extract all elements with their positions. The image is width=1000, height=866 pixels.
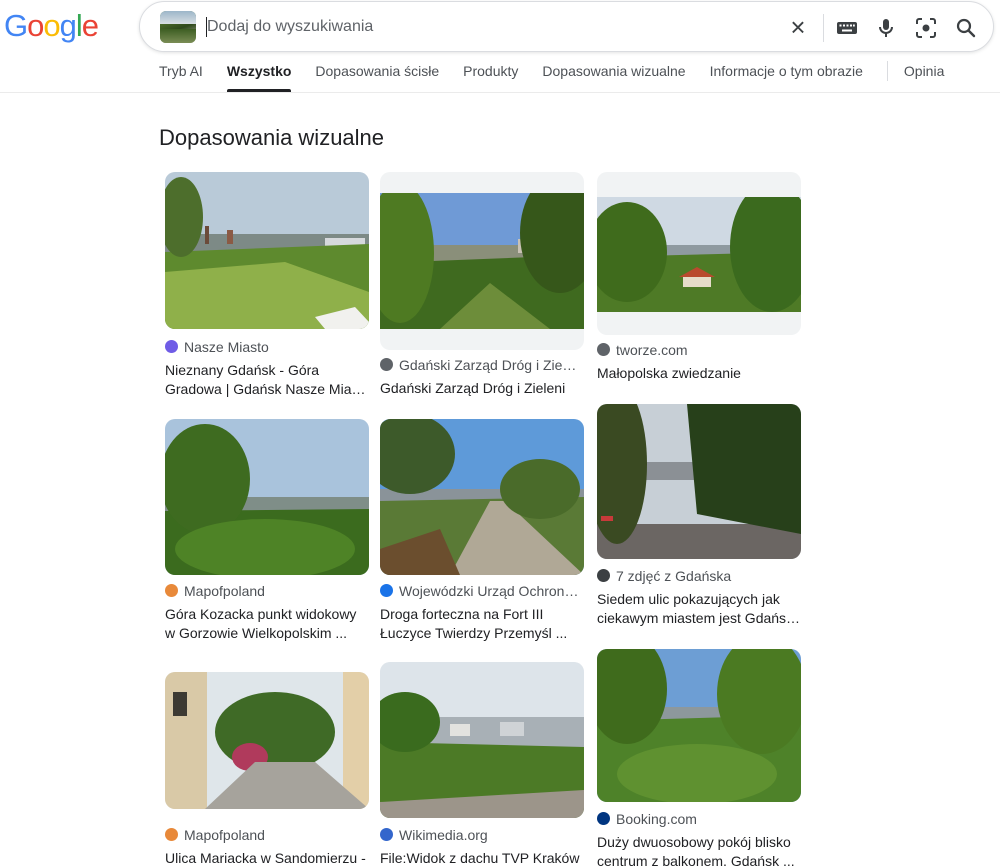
source-label: Wikimedia.org <box>399 827 488 843</box>
microphone-icon[interactable] <box>874 16 898 40</box>
title-line: File:Widok z dachu TVP Kraków <box>380 850 580 866</box>
result-image[interactable] <box>380 419 584 575</box>
mapofpoland-icon <box>165 828 178 841</box>
landscape-photo <box>597 649 801 802</box>
google-logo[interactable]: Google <box>4 8 99 44</box>
result-title[interactable]: Ulica Mariacka w Sandomierzu - <box>165 849 369 866</box>
landscape-photo <box>380 193 584 329</box>
result-source[interactable]: 7 zdjęć z Gdańska <box>597 568 801 584</box>
logo-letter: g <box>59 8 77 43</box>
result-source[interactable]: Wikimedia.org <box>380 827 584 843</box>
result-source[interactable]: Mapofpoland <box>165 827 369 843</box>
result-image[interactable] <box>165 172 369 329</box>
globe-icon <box>597 343 610 356</box>
title-line: Nieznany Gdańsk - Góra <box>165 362 320 378</box>
logo-letter: G <box>4 8 28 43</box>
search-icon[interactable] <box>954 16 978 40</box>
thumbnail-sky <box>160 11 196 24</box>
result-title[interactable]: Duży dwuosobowy pokój blisko centrum z ba… <box>597 833 801 866</box>
result-source[interactable]: Nasze Miasto <box>165 339 369 355</box>
title-line: Gradowa | Gdańsk Nasze Miasto <box>165 381 369 397</box>
logo-letter: o <box>27 8 44 43</box>
source-label: Mapofpoland <box>184 827 265 843</box>
tab-products[interactable]: Produkty <box>463 63 518 92</box>
booking-icon <box>597 812 610 825</box>
tab-feedback[interactable]: Opinia <box>904 63 944 92</box>
result-source[interactable]: Booking.com <box>597 811 801 827</box>
result-title[interactable]: Góra Kozacka punkt widokowy w Gorzowie Wi… <box>165 605 369 643</box>
result-image[interactable] <box>597 649 801 802</box>
result-image[interactable] <box>380 662 584 818</box>
title-line: Siedem ulic pokazujących jak <box>597 591 780 607</box>
tab-visual-matches[interactable]: Dopasowania wizualne <box>542 63 685 92</box>
result-title[interactable]: Gdański Zarząd Dróg i Zieleni <box>380 379 584 398</box>
result-title[interactable]: Droga forteczna na Fort III Łuczyce Twier… <box>380 605 584 643</box>
lens-camera-icon[interactable] <box>914 16 938 40</box>
header-divider <box>0 92 1000 93</box>
landscape-photo <box>597 197 801 312</box>
result-title[interactable]: Siedem ulic pokazujących jak ciekawym mia… <box>597 590 801 628</box>
result-image[interactable] <box>165 672 369 809</box>
source-label: Mapofpoland <box>184 583 265 599</box>
search-box: × <box>139 1 994 52</box>
logo-letter: e <box>81 8 99 43</box>
tab-ai-mode[interactable]: Tryb AI <box>159 63 203 92</box>
landscape-photo <box>380 419 584 575</box>
title-line: Droga forteczna na Fort III <box>380 606 544 622</box>
result-image[interactable] <box>597 404 801 559</box>
clear-icon[interactable]: × <box>785 14 811 41</box>
thumbnail-ground <box>160 28 196 43</box>
result-source[interactable]: Wojewódzki Urząd Ochron… <box>380 583 584 599</box>
search-divider <box>823 14 824 42</box>
result-source[interactable]: Gdański Zarząd Dróg i Zie… <box>380 357 584 373</box>
section-title: Dopasowania wizualne <box>159 125 385 150</box>
street-photo <box>165 672 369 809</box>
result-image[interactable] <box>380 172 584 350</box>
result-source[interactable]: tworze.com <box>597 342 801 358</box>
keyboard-icon[interactable] <box>835 16 859 40</box>
landscape-photo <box>165 172 369 329</box>
result-image[interactable] <box>597 172 801 335</box>
seven-icon <box>597 569 610 582</box>
wikimedia-icon <box>380 828 393 841</box>
search-tabs: Tryb AI Wszystko Dopasowania ścisłe Prod… <box>159 61 968 95</box>
logo-letter: o <box>43 8 60 43</box>
title-line: Łuczyce Twierdzy Przemyśl ... <box>380 625 568 641</box>
search-input[interactable] <box>207 15 767 39</box>
source-label: Gdański Zarząd Dróg i Zie… <box>399 357 577 373</box>
tab-exact-matches[interactable]: Dopasowania ścisłe <box>315 63 439 92</box>
source-label: Wojewódzki Urząd Ochron… <box>399 583 579 599</box>
title-line: Ulica Mariacka w Sandomierzu - <box>165 850 366 866</box>
result-title[interactable]: Nieznany Gdańsk - Góra Gradowa | Gdańsk N… <box>165 361 369 399</box>
title-line: w Gorzowie Wielkopolskim ... <box>165 625 348 641</box>
result-source[interactable]: Mapofpoland <box>165 583 369 599</box>
tab-divider <box>886 61 888 81</box>
nasze-miasto-icon <box>165 340 178 353</box>
tab-about-this-image[interactable]: Informacje o tym obrazie <box>710 63 863 92</box>
mapofpoland-icon <box>165 584 178 597</box>
title-line: Góra Kozacka punkt widokowy <box>165 606 357 622</box>
source-label: Nasze Miasto <box>184 339 269 355</box>
result-image[interactable] <box>165 419 369 575</box>
landscape-photo <box>597 404 801 559</box>
source-label: tworze.com <box>616 342 688 358</box>
title-line: centrum z balkonem, Gdańsk ... <box>597 853 795 866</box>
title-line: Małopolska zwiedzanie <box>597 365 741 381</box>
tab-all[interactable]: Wszystko <box>226 63 291 92</box>
title-line: Gdański Zarząd Dróg i Zieleni <box>380 380 566 396</box>
globe-icon <box>380 358 393 371</box>
title-line: ciekawym miastem jest Gdańs… <box>597 610 801 626</box>
landscape-photo <box>380 662 584 818</box>
landscape-photo <box>165 419 369 575</box>
result-title[interactable]: Małopolska zwiedzanie <box>597 364 801 383</box>
wuoz-icon <box>380 584 393 597</box>
title-line: Duży dwuosobowy pokój blisko <box>597 834 791 850</box>
source-label: 7 zdjęć z Gdańska <box>616 568 732 584</box>
result-title[interactable]: File:Widok z dachu TVP Kraków <box>380 849 584 866</box>
query-image-thumbnail[interactable] <box>160 11 196 43</box>
source-label: Booking.com <box>616 811 697 827</box>
